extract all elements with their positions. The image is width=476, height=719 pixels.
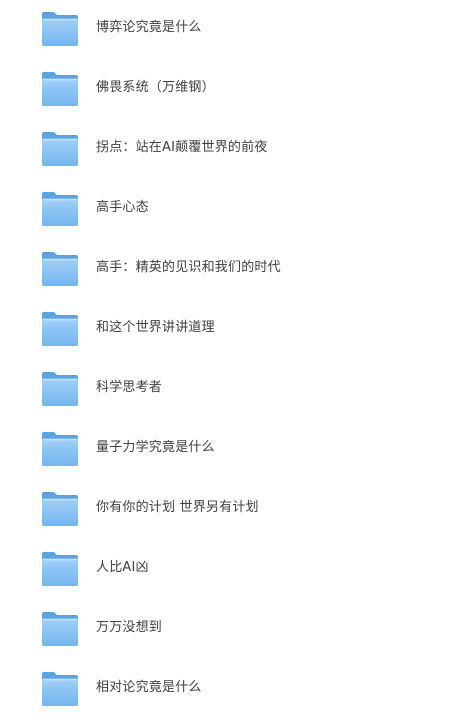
folder-label: 拐点：站在AI颠覆世界的前夜 — [96, 140, 268, 155]
folder-item[interactable]: 科学思考者 — [0, 359, 476, 419]
folder-icon — [41, 131, 79, 167]
folder-item[interactable]: 万万没想到 — [0, 599, 476, 659]
folder-label: 高手：精英的见识和我们的时代 — [96, 260, 281, 275]
folder-label: 和这个世界讲讲道理 — [96, 320, 215, 335]
folder-icon — [41, 71, 79, 107]
folder-icon — [41, 611, 79, 647]
folder-icon — [41, 491, 79, 527]
folder-label: 科学思考者 — [96, 380, 163, 395]
folder-label: 博弈论究竟是什么 — [96, 20, 202, 35]
folder-item[interactable]: 你有你的计划 世界另有计划 — [0, 479, 476, 539]
folder-label: 相对论究竟是什么 — [96, 680, 202, 695]
folder-item[interactable]: 相对论究竟是什么 — [0, 659, 476, 719]
folder-item[interactable]: 高手：精英的见识和我们的时代 — [0, 239, 476, 299]
folder-label: 人比AI凶 — [96, 560, 149, 575]
folder-item[interactable]: 佛畏系统（万维钢） — [0, 59, 476, 119]
folder-item[interactable]: 高手心态 — [0, 179, 476, 239]
folder-item[interactable]: 拐点：站在AI颠覆世界的前夜 — [0, 119, 476, 179]
folder-icon — [41, 311, 79, 347]
folder-label: 量子力学究竟是什么 — [96, 440, 215, 455]
folder-icon — [41, 11, 79, 47]
folder-list: 博弈论究竟是什么 佛畏系统（万维钢） 拐点：站在AI颠覆世界的前夜 高手心态 高… — [0, 0, 476, 719]
folder-item[interactable]: 和这个世界讲讲道理 — [0, 299, 476, 359]
folder-label: 你有你的计划 世界另有计划 — [96, 500, 259, 515]
folder-icon — [41, 371, 79, 407]
folder-icon — [41, 251, 79, 287]
folder-icon — [41, 431, 79, 467]
folder-label: 万万没想到 — [96, 620, 163, 635]
folder-label: 佛畏系统（万维钢） — [96, 80, 215, 95]
folder-icon — [41, 671, 79, 707]
folder-item[interactable]: 人比AI凶 — [0, 539, 476, 599]
folder-icon — [41, 191, 79, 227]
folder-icon — [41, 551, 79, 587]
folder-item[interactable]: 博弈论究竟是什么 — [0, 0, 476, 59]
folder-label: 高手心态 — [96, 200, 149, 215]
folder-item[interactable]: 量子力学究竟是什么 — [0, 419, 476, 479]
